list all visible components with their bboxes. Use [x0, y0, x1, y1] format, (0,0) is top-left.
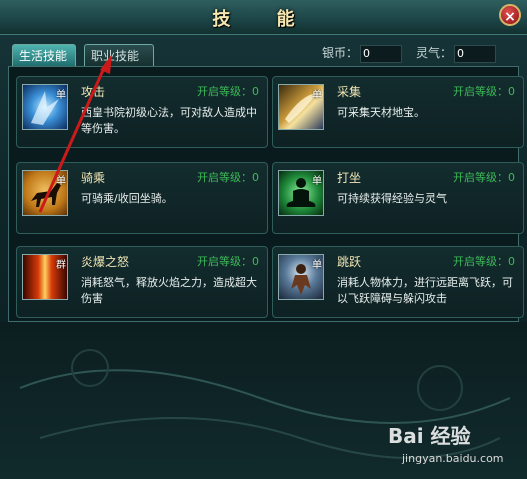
- skill-card-flame-wrath[interactable]: 群 炎爆之怒 开启等级：0 消耗怒气，释放火焰之力，造成超大伤害: [16, 246, 268, 318]
- spirit-display: 灵气： 0: [416, 44, 497, 63]
- target-badge: 单: [56, 176, 66, 187]
- skill-description: 消耗人物体力，进行远距离飞跃，可以飞跃障碍与躲闪攻击: [337, 276, 513, 305]
- target-badge: 单: [312, 260, 322, 271]
- flame-icon[interactable]: 群: [22, 254, 68, 300]
- spirit-value: 0: [454, 44, 497, 63]
- skill-name: 炎爆之怒: [81, 255, 130, 269]
- skill-name: 打坐: [337, 171, 362, 185]
- gather-skill-icon[interactable]: 单: [278, 84, 324, 130]
- close-button[interactable]: ×: [499, 4, 521, 26]
- skill-description: 可采集天材地宝。: [337, 106, 425, 119]
- skill-level: 开启等级：0: [453, 171, 515, 184]
- skill-description: 西皇书院初级心法，可对敌人造成中等伤害。: [81, 106, 257, 135]
- meditation-icon[interactable]: 单: [278, 170, 324, 216]
- attack-skill-icon[interactable]: 单: [22, 84, 68, 130]
- skill-name: 跳跃: [337, 255, 362, 269]
- skill-name: 骑乘: [81, 171, 106, 185]
- skills-window: 技 能 × 生活技能 职业技能 银币： 0 灵气： 0 单 攻击 开启等级：0 西皇…: [0, 0, 527, 479]
- skill-name: 采集: [337, 85, 362, 99]
- baidu-logo: Bai 经验: [388, 424, 471, 448]
- skill-name: 攻击: [81, 85, 106, 99]
- watermark-url: jingyan.baidu.com: [402, 452, 504, 465]
- skill-card-ride[interactable]: 单 骑乘 开启等级：0 可骑乘/收回坐骑。: [16, 162, 268, 234]
- skill-description: 可骑乘/收回坐骑。: [81, 192, 173, 205]
- skill-card-meditate[interactable]: 单 打坐 开启等级：0 可持续获得经验与灵气: [272, 162, 524, 234]
- spirit-label: 灵气：: [416, 46, 453, 60]
- target-badge: 群: [56, 260, 66, 271]
- target-badge: 单: [56, 90, 66, 101]
- window-title: 技 能: [212, 9, 315, 30]
- target-badge: 单: [312, 90, 322, 101]
- skill-description: 消耗怒气，释放火焰之力，造成超大伤害: [81, 276, 257, 305]
- skill-description: 可持续获得经验与灵气: [337, 192, 447, 205]
- skill-level: 开启等级：0: [453, 255, 515, 268]
- jump-icon[interactable]: 单: [278, 254, 324, 300]
- silver-value: 0: [360, 44, 403, 63]
- skill-card-attack[interactable]: 单 攻击 开启等级：0 西皇书院初级心法，可对敌人造成中等伤害。: [16, 76, 268, 148]
- skill-level: 开启等级：0: [453, 85, 515, 98]
- skill-card-jump[interactable]: 单 跳跃 开启等级：0 消耗人物体力，进行远距离飞跃，可以飞跃障碍与躲闪攻击: [272, 246, 524, 318]
- silver-label: 银币：: [322, 46, 359, 60]
- tab-profession-skills[interactable]: 职业技能: [84, 44, 154, 66]
- title-bar: 技 能 ×: [0, 0, 527, 35]
- horse-icon[interactable]: 单: [22, 170, 68, 216]
- skill-level: 开启等级：0: [197, 171, 259, 184]
- tab-life-skills[interactable]: 生活技能: [12, 44, 76, 66]
- silver-display: 银币： 0: [322, 44, 403, 63]
- skill-card-gather[interactable]: 单 采集 开启等级：0 可采集天材地宝。: [272, 76, 524, 148]
- target-badge: 单: [312, 176, 322, 187]
- skill-level: 开启等级：0: [197, 85, 259, 98]
- skill-level: 开启等级：0: [197, 255, 259, 268]
